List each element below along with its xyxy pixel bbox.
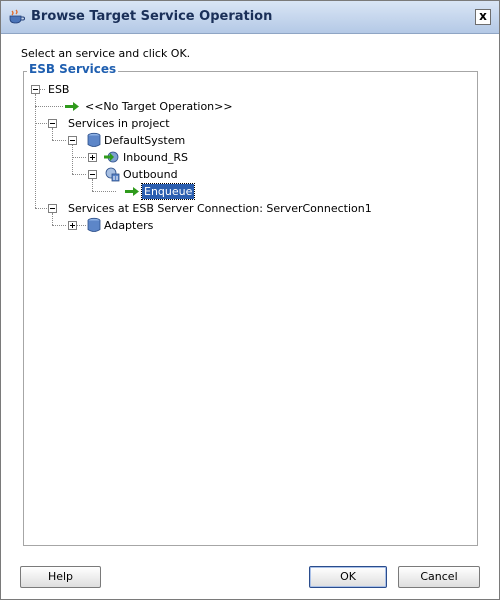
tree-connector: [72, 174, 86, 175]
arrow-operation-icon: [125, 187, 139, 196]
tree-connector: [72, 157, 86, 158]
collapse-toggle[interactable]: [68, 136, 77, 145]
tree-node-no-target[interactable]: <<No Target Operation>>: [83, 99, 235, 114]
tree-connector: [72, 145, 73, 174]
expand-toggle[interactable]: [88, 153, 97, 162]
collapse-toggle[interactable]: [48, 119, 57, 128]
tree-node-services-in-project[interactable]: Services in project: [66, 116, 172, 131]
tree-connector: [35, 106, 63, 107]
cancel-button[interactable]: Cancel: [398, 566, 480, 588]
dialog-title: Browse Target Service Operation: [31, 9, 273, 24]
database-system-icon: [87, 132, 101, 147]
expand-toggle[interactable]: [68, 221, 77, 230]
arrow-operation-icon: [65, 102, 79, 111]
tree-connector: [35, 94, 36, 208]
tree-connector: [52, 128, 53, 140]
tree-connector: [52, 213, 53, 225]
tree-node-defaultsystem[interactable]: DefaultSystem: [102, 133, 187, 148]
database-system-icon: [87, 217, 101, 232]
tree-node-inbound-rs[interactable]: Inbound_RS: [121, 150, 190, 165]
inbound-service-icon: [104, 151, 119, 163]
collapse-toggle[interactable]: [31, 85, 40, 94]
tree-connector: [92, 191, 116, 192]
outbound-service-icon: [105, 167, 120, 182]
help-button[interactable]: Help: [20, 566, 101, 588]
tree-node-services-at-server[interactable]: Services at ESB Server Connection: Serve…: [66, 201, 374, 216]
collapse-toggle[interactable]: [88, 170, 97, 179]
close-button[interactable]: x: [475, 9, 491, 25]
tree-connector: [76, 225, 86, 226]
tree-node-esb[interactable]: ESB: [46, 82, 71, 97]
instruction-text: Select an service and click OK.: [21, 47, 191, 60]
tree-node-outbound[interactable]: Outbound: [121, 167, 180, 182]
ok-button[interactable]: OK: [309, 566, 387, 588]
tree-connector: [52, 225, 66, 226]
title-bar[interactable]: Browse Target Service Operation x: [1, 1, 499, 34]
group-legend: ESB Services: [27, 62, 119, 76]
collapse-toggle[interactable]: [48, 204, 57, 213]
tree-connector: [35, 208, 47, 209]
dialog-window: Browse Target Service Operation x Select…: [0, 0, 500, 600]
tree-connector: [52, 140, 66, 141]
tree-node-enqueue[interactable]: Enqueue: [140, 183, 196, 200]
tree-connector: [92, 179, 93, 191]
coffee-cup-icon: [9, 9, 26, 24]
tree-connector: [35, 123, 47, 124]
tree-node-adapters[interactable]: Adapters: [102, 218, 155, 233]
